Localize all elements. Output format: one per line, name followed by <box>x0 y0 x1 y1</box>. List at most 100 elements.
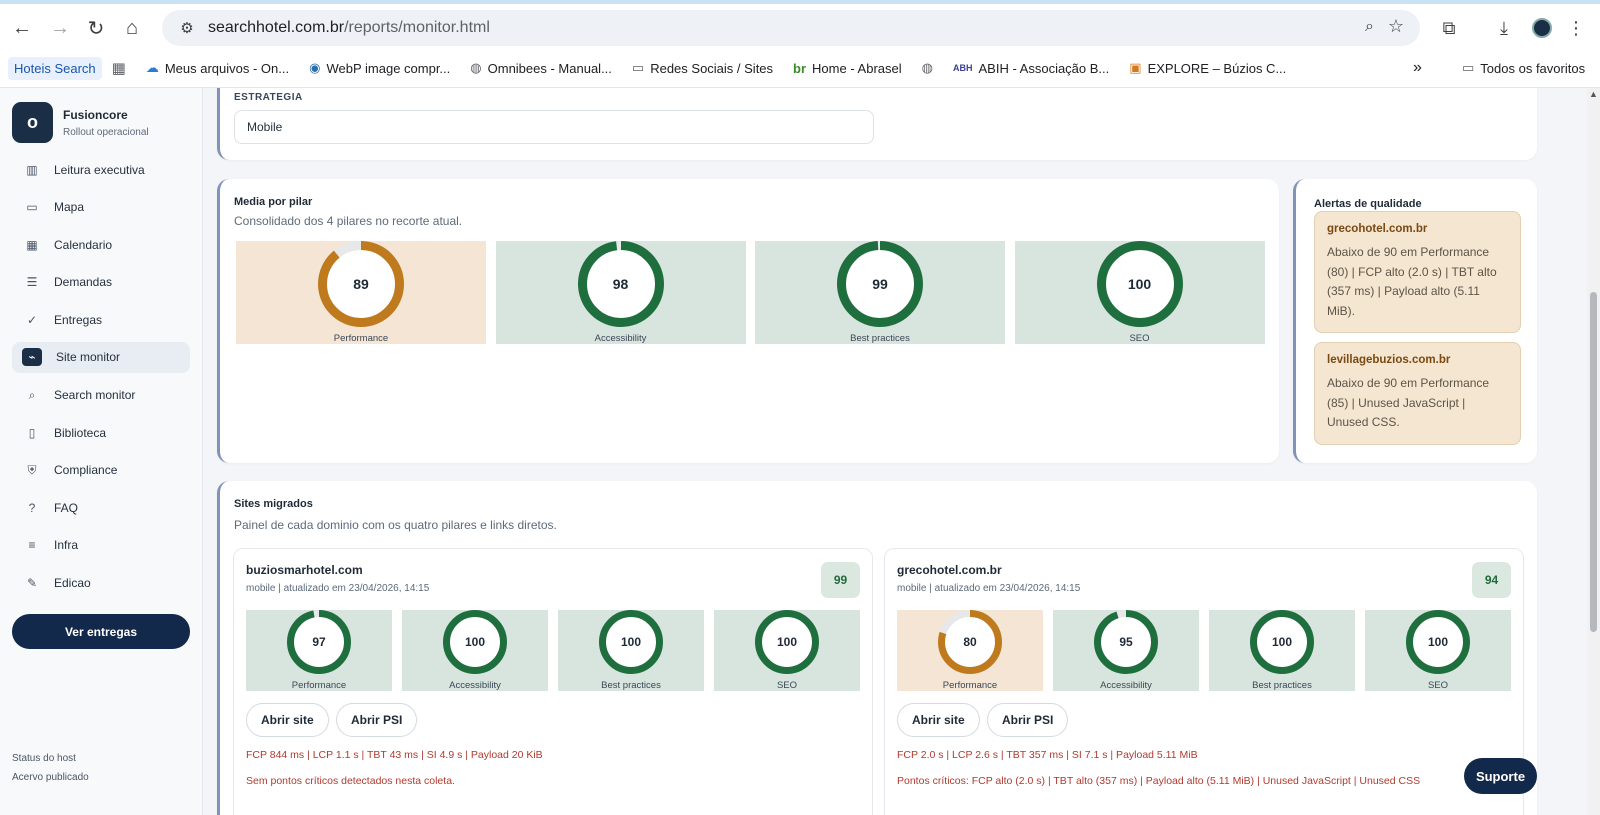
acervo-link[interactable]: Acervo publicado <box>12 772 89 783</box>
alert-text: Abaixo de 90 em Performance (85) | Unuse… <box>1327 376 1490 429</box>
extensions-icon[interactable]: ⧉ <box>1435 14 1463 42</box>
pillars-card: Media por pilar Consolidado dos 4 pilare… <box>217 179 1279 463</box>
pillar-label: Best practices <box>850 333 910 344</box>
reload-icon[interactable]: ↻ <box>82 14 110 42</box>
sidebar-item-demandas[interactable]: ☰ Demandas <box>12 267 190 298</box>
page-scrollbar[interactable]: ▲ <box>1587 88 1600 815</box>
gauge-value: 100 <box>1427 635 1449 649</box>
site-metrics: FCP 2.0 s | LCP 2.6 s | TBT 357 ms | SI … <box>897 749 1198 761</box>
open-psi-button[interactable]: Abrir PSI <box>987 703 1069 737</box>
sidebar-item-calendario[interactable]: ▦ Calendario <box>12 229 190 260</box>
bookmark-all-favorites[interactable]: ▭ Todos os favoritos <box>1452 60 1595 76</box>
sidebar-item-faq[interactable]: ? FAQ <box>12 492 190 523</box>
sidebar-menu: ▥ Leitura executiva ▭ Mapa ▦ Calendario ☰ Deman… <box>12 154 190 605</box>
pillar-tile: 100 SEO <box>1014 241 1265 344</box>
scrollbar-thumb[interactable] <box>1590 292 1597 632</box>
explore-icon: ▣ <box>1129 60 1142 75</box>
bookmark-explore[interactable]: ▣ EXPLORE – Búzios C... <box>1119 60 1296 76</box>
bookmark-star-icon[interactable]: ☆ <box>1388 16 1404 37</box>
folder-icon: ▭ <box>631 60 645 75</box>
sidebar-item-entregas[interactable]: ✓ Entregas <box>12 304 190 335</box>
sidebar-item-edicao[interactable]: ✎ Edicao <box>12 568 190 599</box>
alert-item[interactable]: levillagebuzios.com.br Abaixo de 90 em P… <box>1314 342 1521 445</box>
bookmark-webp[interactable]: ◉ WebP image compr... <box>299 60 460 76</box>
sidebar-item-biblioteca[interactable]: ▯ Biblioteca <box>12 417 190 448</box>
cloud-icon: ☁ <box>145 60 159 75</box>
download-icon[interactable]: ⤓ <box>1490 14 1518 42</box>
sidebar-item-compliance[interactable]: ⛨ Compliance <box>12 455 190 486</box>
profile-avatar[interactable] <box>1528 14 1556 42</box>
score-gauge: 100 <box>1250 610 1314 674</box>
strategy-label: ESTRATEGIA <box>234 92 303 103</box>
open-site-button[interactable]: Abrir site <box>246 703 329 737</box>
search-icon: ⌕ <box>28 387 36 402</box>
globe-icon: ◍ <box>921 60 933 75</box>
gauge-value: 99 <box>872 276 888 292</box>
pillar-tile: 100 SEO <box>1365 610 1511 691</box>
sidebar-item-label: Compliance <box>54 463 118 478</box>
ver-entregas-button[interactable]: Ver entregas <box>12 614 190 649</box>
pillar-label: Accessibility <box>1100 680 1152 691</box>
pillar-label: Performance <box>942 680 998 691</box>
pencil-icon: ✎ <box>26 576 38 591</box>
pillar-tile: 100 Accessibility <box>402 610 548 691</box>
main-content: ESTRATEGIA Mobile Media por pilar Consol… <box>203 88 1587 815</box>
scroll-up-icon[interactable]: ▲ <box>1589 89 1598 99</box>
site-score-badge: 99 <box>821 562 860 598</box>
sidebar-item-search-monitor[interactable]: ⌕ Search monitor <box>12 380 190 411</box>
alert-item[interactable]: grecohotel.com.br Abaixo de 90 em Perfor… <box>1314 211 1521 333</box>
bookmark-globe[interactable]: ◍ <box>912 60 943 76</box>
help-icon: ? <box>28 500 36 515</box>
alert-text: Abaixo de 90 em Performance (80) | FCP a… <box>1327 245 1497 318</box>
bookmark-apps[interactable]: ▦ <box>102 59 136 77</box>
home-icon[interactable]: ⌂ <box>118 14 146 42</box>
site-critical-points: Pontos críticos: FCP alto (2.0 s) | TBT … <box>897 775 1421 787</box>
pillar-label: SEO <box>776 680 798 691</box>
site-info-icon[interactable]: ⚙ <box>172 19 202 37</box>
sites-title: Sites migrados <box>234 498 313 510</box>
bookmark-abrasel[interactable]: br Home - Abrasel <box>783 61 912 76</box>
gauge-value: 89 <box>353 276 369 292</box>
site-meta: mobile | atualizado em 23/04/2026, 14:15 <box>897 583 1081 594</box>
check-circle-icon: ✓ <box>26 312 38 327</box>
pillar-label: Performance <box>291 680 347 691</box>
pillar-label: Best practices <box>601 680 661 691</box>
sidebar-item-label: Mapa <box>54 200 85 215</box>
bookmark-meus-arquivos[interactable]: ☁ Meus arquivos - On... <box>136 60 299 76</box>
webp-icon: ◉ <box>309 60 321 75</box>
back-icon[interactable]: ← <box>8 14 36 42</box>
score-gauge: 98 <box>577 241 664 327</box>
score-gauge: 100 <box>443 610 507 674</box>
forward-icon[interactable]: → <box>46 14 74 42</box>
open-psi-button[interactable]: Abrir PSI <box>336 703 418 737</box>
bookmark-omnibees[interactable]: ◍ Omnibees - Manual... <box>460 60 622 76</box>
support-button[interactable]: Suporte <box>1464 758 1537 794</box>
gauge-value: 100 <box>620 635 642 649</box>
brand-name: Fusioncore <box>63 107 128 122</box>
pillars-title: Media por pilar <box>234 196 313 208</box>
bookmark-abih[interactable]: ABH ABIH - Associação B... <box>943 61 1119 76</box>
sidebar-item-site-monitor[interactable]: ⌁ Site monitor <box>12 341 190 373</box>
zoom-icon[interactable]: ⌕ <box>1365 18 1374 36</box>
address-bar[interactable]: ⚙ searchhotel.com.br /reports/monitor.ht… <box>162 10 1420 46</box>
bookmark-redes-sociais[interactable]: ▭ Redes Sociais / Sites <box>622 60 783 76</box>
bookmark-hoteis-search[interactable]: Hoteis Search <box>8 56 102 80</box>
pillar-label: SEO <box>1129 333 1150 344</box>
open-site-button[interactable]: Abrir site <box>897 703 980 737</box>
sites-subtitle: Painel de cada dominio com os quatro pil… <box>234 518 557 532</box>
gauge-value: 100 <box>1271 635 1293 649</box>
menu-kebab-icon[interactable]: ⋮ <box>1562 14 1590 42</box>
alerts-title: Alertas de qualidade <box>1314 198 1422 210</box>
sidebar-item-infra[interactable]: ≡ Infra <box>12 530 190 561</box>
sidebar-item-label: Calendario <box>54 237 113 252</box>
site-card: grecohotel.com.br mobile | atualizado em … <box>884 548 1524 815</box>
sidebar-item-mapa[interactable]: ▭ Mapa <box>12 192 190 223</box>
score-gauge: 80 <box>938 610 1002 674</box>
folder-icon: ▭ <box>1462 60 1475 75</box>
status-host-link[interactable]: Status do host <box>12 753 76 764</box>
sidebar-item-leitura-executiva[interactable]: ▥ Leitura executiva <box>12 154 190 185</box>
bookmarks-bar: Hoteis Search ▦ ☁ Meus arquivos - On... ◉… <box>0 52 1600 84</box>
brand[interactable]: o Fusioncore Rollout operacional <box>12 102 149 143</box>
strategy-select[interactable]: Mobile <box>234 110 874 144</box>
bookmarks-more[interactable]: » <box>1403 59 1432 77</box>
